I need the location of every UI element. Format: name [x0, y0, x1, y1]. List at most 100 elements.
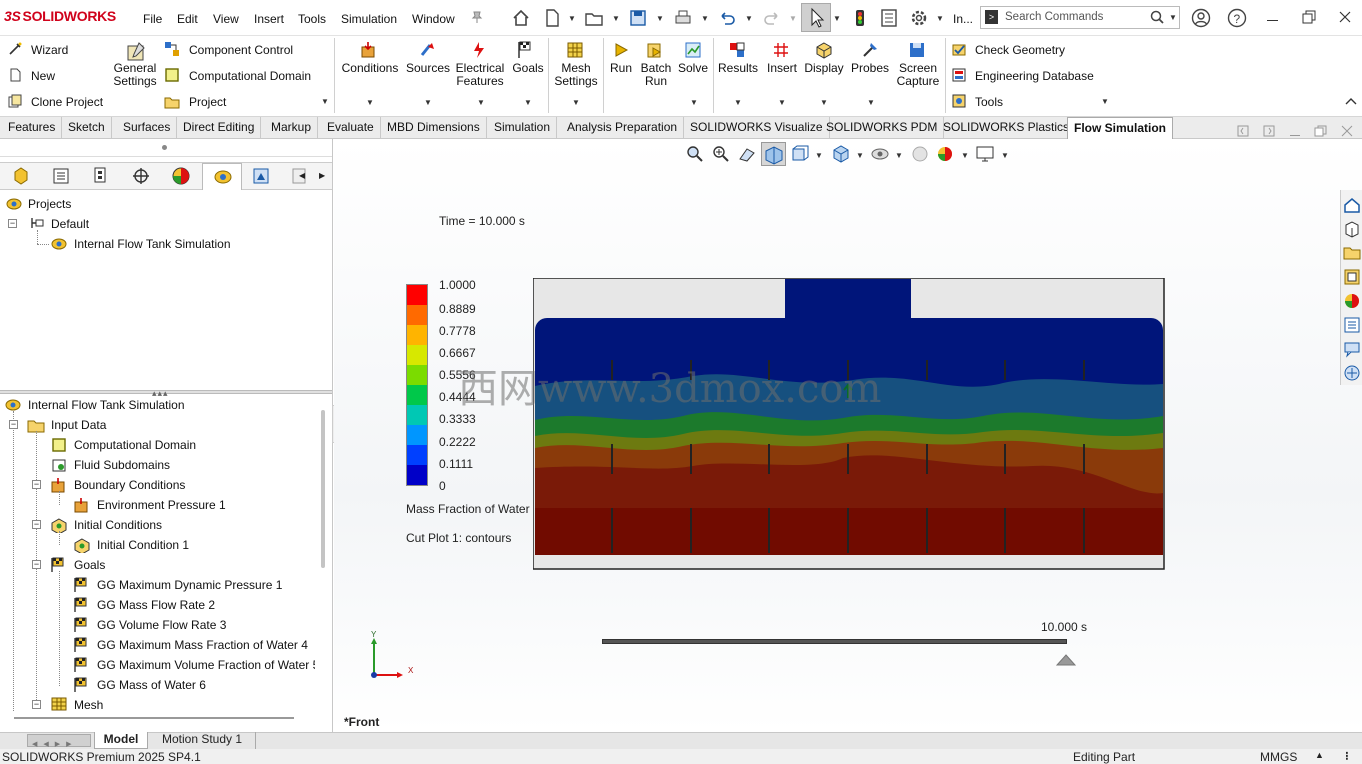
chevron-down-icon[interactable]: ▼ [1101, 97, 1109, 106]
undo-icon[interactable] [717, 8, 737, 28]
close-icon[interactable] [1338, 10, 1352, 24]
chevron-down-icon[interactable]: ▼ [820, 98, 828, 107]
conditions-button[interactable]: Conditions [339, 62, 401, 75]
tab-motion-study[interactable]: Motion Study 1 [149, 732, 256, 749]
section-view-button[interactable] [761, 142, 786, 166]
select-button[interactable] [801, 3, 831, 32]
tab-sketch[interactable]: Sketch [62, 117, 112, 139]
solidworks-resources-icon[interactable] [1343, 196, 1361, 214]
tab-model[interactable]: Model [94, 732, 148, 749]
previous-view-icon[interactable] [737, 144, 757, 164]
tab-features[interactable]: Features [2, 117, 63, 139]
chevron-down-icon[interactable]: ▼ [424, 98, 432, 107]
chevron-down-icon[interactable]: ▼ [572, 98, 580, 107]
tree-input-data[interactable]: Input Data [51, 418, 106, 432]
file-properties-icon[interactable] [879, 8, 899, 28]
chevron-down-icon[interactable]: ▼ [936, 14, 944, 23]
insert-button[interactable]: Insert [762, 62, 802, 75]
horizontal-scrollbar[interactable] [14, 717, 294, 719]
tree-default[interactable]: Default [51, 217, 89, 231]
tab-simulation[interactable]: Simulation [488, 117, 558, 139]
menu-insert[interactable]: Insert [254, 12, 284, 26]
menu-file[interactable]: File [143, 12, 162, 26]
home-icon[interactable] [511, 8, 531, 28]
tree-goal-item[interactable]: GG Mass of Water 6 [97, 678, 206, 692]
chevron-down-icon[interactable]: ▼ [867, 98, 875, 107]
tree-analysis-root[interactable]: Internal Flow Tank Simulation [28, 398, 185, 412]
tree-goals[interactable]: Goals [74, 558, 105, 572]
electrical-features-button[interactable]: Electrical Features [454, 62, 506, 88]
pin-icon[interactable] [470, 10, 484, 24]
view-settings-icon[interactable] [975, 144, 997, 164]
tools-button[interactable]: Tools [975, 95, 1003, 109]
display-manager-tab-icon[interactable] [171, 166, 191, 186]
tree-boundary-conditions[interactable]: Boundary Conditions [74, 478, 185, 492]
restore-window-icon[interactable] [1302, 10, 1316, 24]
tree-computational-domain[interactable]: Computational Domain [74, 438, 196, 452]
search-input[interactable]: Search Commands [1005, 11, 1103, 23]
chevron-down-icon[interactable]: ▼ [690, 98, 698, 107]
help-icon[interactable]: ? [1227, 8, 1247, 28]
view-orientation-icon[interactable] [790, 144, 810, 164]
chevron-down-icon[interactable]: ▼ [856, 151, 864, 160]
tab-evaluate[interactable]: Evaluate [321, 117, 381, 139]
tank-cut-plot[interactable] [533, 278, 1165, 570]
chevron-down-icon[interactable]: ▼ [778, 98, 786, 107]
traffic-light-icon[interactable] [850, 8, 870, 28]
chevron-down-icon[interactable]: ▼ [701, 14, 709, 23]
chevron-down-icon[interactable]: ▼ [477, 98, 485, 107]
scroll-right-icon[interactable]: ▶ [319, 171, 325, 180]
chevron-down-icon[interactable]: ▼ [366, 98, 374, 107]
menu-edit[interactable]: Edit [177, 12, 198, 26]
minimize-icon[interactable] [1290, 135, 1300, 136]
general-settings-button[interactable]: General Settings [110, 62, 160, 88]
tile-left-icon[interactable] [1237, 125, 1249, 137]
dimxpert-tab-icon[interactable] [131, 166, 151, 186]
tab-surfaces[interactable]: Surfaces [117, 117, 178, 139]
menu-tools[interactable]: Tools [298, 12, 326, 26]
property-manager-tab-icon[interactable] [51, 166, 71, 186]
zoom-to-area-icon[interactable] [711, 144, 731, 164]
mesh-settings-button[interactable]: Mesh Settings [550, 62, 602, 88]
zoom-to-fit-icon[interactable] [685, 144, 705, 164]
computational-domain-button[interactable]: Computational Domain [189, 69, 311, 83]
collapse-icon[interactable]: − [8, 219, 17, 228]
solve-button[interactable]: Solve [675, 62, 711, 75]
chevron-down-icon[interactable]: ▼ [815, 151, 823, 160]
collapse-icon[interactable]: − [9, 420, 18, 429]
design-library-icon[interactable] [1343, 220, 1361, 238]
redo-icon[interactable] [762, 8, 782, 28]
timeline-bar[interactable] [602, 639, 1067, 644]
screen-capture-button[interactable]: Screen Capture [894, 62, 942, 88]
chevron-down-icon[interactable]: ▼ [734, 98, 742, 107]
tree-initial-condition-1[interactable]: Initial Condition 1 [97, 538, 189, 552]
tile-right-icon[interactable] [1263, 125, 1275, 137]
tree-goal-item[interactable]: GG Maximum Mass Fraction of Water 4 [97, 638, 308, 652]
chevron-down-icon[interactable]: ▼ [789, 14, 797, 23]
tree-mesh[interactable]: Mesh [74, 698, 103, 711]
close-icon[interactable] [1341, 125, 1353, 137]
vertical-scrollbar[interactable] [321, 410, 325, 568]
new-document-icon[interactable] [542, 8, 562, 28]
tree-goal-item[interactable]: GG Maximum Dynamic Pressure 1 [97, 578, 282, 592]
gear-icon[interactable] [909, 8, 929, 28]
goals-button[interactable]: Goals [508, 62, 548, 75]
tree-goal-item[interactable]: GG Mass Flow Rate 2 [97, 598, 215, 612]
tree-environment-pressure[interactable]: Environment Pressure 1 [97, 498, 226, 512]
tree-goal-item[interactable]: GG Volume Flow Rate 3 [97, 618, 226, 632]
tree-initial-conditions[interactable]: Initial Conditions [74, 518, 162, 532]
chevron-down-icon[interactable]: ▼ [568, 14, 576, 23]
tab-solidworks-visualize[interactable]: SOLIDWORKS Visualize [684, 117, 830, 139]
chevron-down-icon[interactable]: ▼ [612, 14, 620, 23]
edit-appearance-icon[interactable] [910, 144, 930, 164]
clone-project-button[interactable]: Clone Project [31, 95, 103, 109]
configuration-manager-tab-icon[interactable] [91, 166, 111, 186]
forum-icon[interactable] [1343, 340, 1361, 358]
save-icon[interactable] [628, 8, 648, 28]
chevron-down-icon[interactable]: ▼ [1169, 13, 1177, 22]
check-geometry-button[interactable]: Check Geometry [975, 43, 1065, 57]
restore-window-icon[interactable] [1314, 125, 1327, 137]
chevron-up-icon[interactable]: ▲ [1315, 750, 1324, 760]
search-icon[interactable] [1150, 10, 1164, 24]
engineering-database-button[interactable]: Engineering Database [975, 69, 1094, 83]
